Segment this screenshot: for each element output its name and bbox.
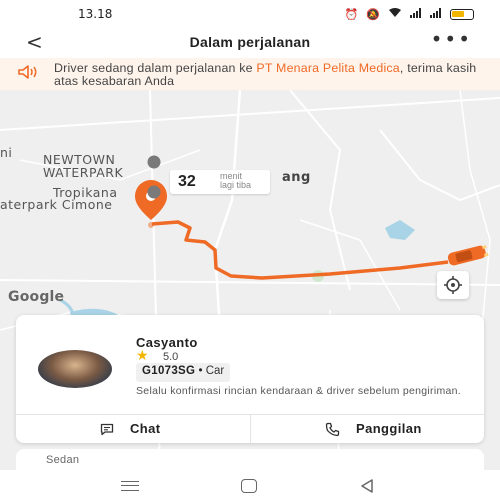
vehicle-type: Car (205, 365, 225, 377)
chat-label: Chat (130, 421, 161, 436)
eta-unit-line2: lagi tiba (220, 180, 252, 190)
status-time: 13.18 (78, 7, 113, 21)
poi-tropikana-icon (147, 185, 161, 199)
crosshair-icon (444, 276, 462, 294)
sheet-label: Sedan (46, 454, 80, 466)
page-title: Dalam perjalanan (189, 34, 311, 50)
system-nav-bar (0, 470, 500, 500)
battery-icon (450, 8, 474, 20)
signal-icon (430, 7, 442, 21)
call-button[interactable]: Panggilan (251, 415, 484, 443)
call-label: Panggilan (356, 421, 422, 436)
plate-separator: • (198, 365, 203, 377)
eta-badge: 32 menit lagi tiba (170, 170, 270, 194)
phone-icon (325, 422, 340, 437)
alarm-icon: ⏰ (344, 7, 359, 21)
driver-note: Selalu konfirmasi rincian kendaraan & dr… (136, 385, 462, 397)
home-icon[interactable] (241, 479, 257, 493)
map-label-waterpark-cimone: aterpark Cimone (0, 197, 113, 212)
chat-icon (100, 423, 114, 436)
wifi-icon (388, 7, 402, 21)
google-logo: Google (8, 289, 65, 305)
status-bar: 13.18 ⏰ 🔕 (0, 0, 500, 28)
map-label-left-edge: ni (0, 145, 13, 160)
speaker-icon (18, 65, 37, 79)
driver-rating: 5.0 (163, 351, 179, 363)
banner-prefix: Driver sedang dalam perjalanan ke (54, 61, 257, 75)
locate-button[interactable] (437, 271, 469, 299)
chat-button[interactable]: Chat (16, 415, 250, 443)
map-label-waterpark: WATERPARK (43, 165, 124, 180)
eta-unit: menit lagi tiba (220, 172, 251, 190)
banner-message: Driver sedang dalam perjalanan ke PT Men… (54, 62, 490, 88)
plate-number: G1073SG (142, 365, 196, 377)
poi-newtown-icon (147, 155, 161, 169)
status-banner: Driver sedang dalam perjalanan ke PT Men… (0, 58, 500, 90)
star-icon: ★ (136, 348, 149, 364)
nav-back-icon[interactable] (359, 478, 375, 494)
map-label-ang: ang (282, 170, 311, 185)
eta-minutes: 32 (178, 173, 196, 190)
status-icons: ⏰ 🔕 (345, 7, 474, 21)
driver-avatar[interactable] (38, 350, 112, 388)
recent-apps-icon[interactable] (121, 481, 139, 491)
signal-icon (410, 7, 422, 21)
app-header: < Dalam perjalanan ••• (0, 27, 500, 58)
car-icon (447, 245, 489, 266)
vehicle-badge: G1073SG • Car (136, 363, 231, 382)
banner-destination[interactable]: PT Menara Pelita Medica (256, 61, 400, 75)
driver-card: Casyanto ★ 5.0 G1073SG • Car Selalu konf… (16, 315, 484, 443)
more-dots-icon[interactable]: ••• (431, 27, 472, 51)
mute-icon: 🔕 (366, 7, 380, 21)
